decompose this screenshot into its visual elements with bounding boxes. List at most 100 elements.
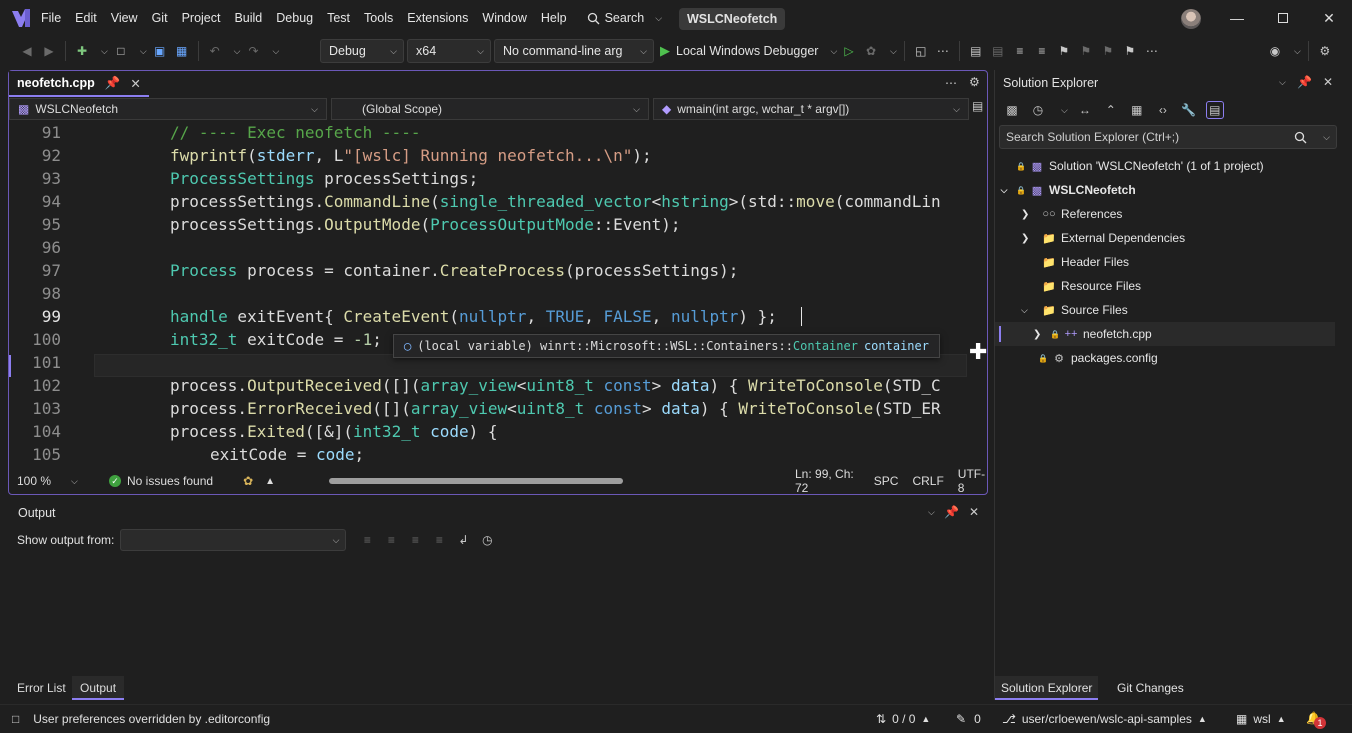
chevron-down-icon[interactable]: ⌵ bbox=[234, 46, 241, 57]
notifications-button[interactable]: 🔔 1 bbox=[1306, 711, 1326, 729]
pin-icon[interactable]: 📌 bbox=[1297, 75, 1312, 89]
next-message-icon[interactable]: ≡ bbox=[406, 531, 424, 549]
minimize-button[interactable]: — bbox=[1214, 0, 1260, 36]
previous-bookmark-icon[interactable]: ⚑ bbox=[1077, 42, 1095, 60]
chevron-down-icon[interactable]: ⌵ bbox=[1061, 105, 1068, 116]
menu-extensions[interactable]: Extensions bbox=[400, 0, 475, 36]
horizontal-scrollbar[interactable] bbox=[329, 478, 623, 484]
function-dropdown[interactable]: ◆ wmain(int argc, wchar_t * argv[]) ⌵ bbox=[653, 98, 969, 120]
next-bookmark-icon[interactable]: ⚑ bbox=[1099, 42, 1117, 60]
start-without-debugging-icon[interactable]: ▷ bbox=[840, 42, 858, 60]
tree-item-references[interactable]: ❯ ○○ References bbox=[995, 202, 1335, 226]
share-icon[interactable]: ⚙ bbox=[1316, 42, 1334, 60]
overflow-icon[interactable]: ⋯ bbox=[1143, 42, 1161, 60]
tab-neofetch-cpp[interactable]: neofetch.cpp 📌 ✕ bbox=[9, 71, 149, 97]
forward-icon[interactable]: ▶ bbox=[40, 42, 58, 60]
switch-views-icon[interactable]: ▩ bbox=[1003, 101, 1021, 119]
line-ending[interactable]: CRLF bbox=[912, 474, 943, 488]
close-icon[interactable]: ✕ bbox=[1323, 75, 1333, 89]
encoding[interactable]: UTF-8 bbox=[958, 467, 987, 495]
sync-history-icon[interactable]: ◷ bbox=[1029, 101, 1047, 119]
menu-tools[interactable]: Tools bbox=[357, 0, 400, 36]
tree-item-project[interactable]: ⌵ 🔒 ▩ WSLCNeofetch bbox=[995, 178, 1335, 202]
overflow-icon[interactable]: ⋯ bbox=[945, 76, 957, 90]
properties-wrench-icon[interactable]: 🔧 bbox=[1180, 101, 1198, 119]
maximize-button[interactable] bbox=[1260, 0, 1306, 36]
chevron-down-icon[interactable]: ⌵ bbox=[272, 46, 279, 57]
new-file-icon[interactable]: □ bbox=[112, 42, 130, 60]
menu-debug[interactable]: Debug bbox=[269, 0, 320, 36]
previous-message-icon[interactable]: ≡ bbox=[382, 531, 400, 549]
tree-item-solution[interactable]: 🔒 ▩ Solution 'WSLCNeofetch' (1 of 1 projec… bbox=[995, 154, 1335, 178]
copilot-icon[interactable]: ◉ bbox=[1266, 42, 1284, 60]
tree-item-neofetch-cpp[interactable]: ❯ 🔒 ++ neofetch.cpp bbox=[995, 322, 1335, 346]
uncomment-icon[interactable]: ▤ bbox=[989, 42, 1007, 60]
comment-icon[interactable]: ▤ bbox=[967, 42, 985, 60]
collapse-all-icon[interactable]: ⌃ bbox=[1102, 101, 1120, 119]
close-icon[interactable]: ✕ bbox=[969, 505, 979, 519]
chevron-right-icon[interactable]: ❯ bbox=[1021, 209, 1041, 220]
indentation[interactable]: SPC bbox=[874, 474, 899, 488]
menu-help[interactable]: Help bbox=[534, 0, 574, 36]
preview-selected-icon[interactable]: ▤ bbox=[1205, 101, 1224, 119]
platform-dropdown[interactable]: x64 ⌵ bbox=[407, 39, 491, 63]
clear-bookmarks-icon[interactable]: ⚑ bbox=[1121, 42, 1139, 60]
settings-gear-icon[interactable]: ⚙ bbox=[969, 75, 980, 89]
pin-icon[interactable]: 📌 bbox=[105, 76, 121, 91]
overflow-icon[interactable]: ⋯ bbox=[934, 42, 952, 60]
zoom-dropdown[interactable]: 100 % ⌵ bbox=[9, 474, 87, 488]
tab-error-list[interactable]: Error List bbox=[9, 676, 74, 700]
bookmark-icon[interactable]: ⚑ bbox=[1055, 42, 1073, 60]
menu-build[interactable]: Build bbox=[227, 0, 269, 36]
redo-icon[interactable]: ↷ bbox=[244, 42, 262, 60]
visual-studio-logo-icon[interactable] bbox=[10, 8, 32, 28]
avatar[interactable] bbox=[1181, 9, 1201, 29]
chevron-down-icon[interactable]: ⌵ bbox=[101, 46, 108, 57]
project-dropdown[interactable]: ▩ WSLCNeofetch ⌵ bbox=[9, 98, 327, 120]
output-source-dropdown[interactable]: ⌵ bbox=[120, 529, 347, 551]
start-debugging-button[interactable]: ▶ Local Windows Debugger ⌵ bbox=[660, 39, 837, 63]
cleanup-brush-icon[interactable]: ✿ bbox=[243, 474, 253, 488]
browse-icon[interactable]: ◱ bbox=[912, 42, 930, 60]
show-all-files-icon[interactable]: ▦ bbox=[1128, 101, 1146, 119]
word-wrap-icon[interactable]: ↲ bbox=[454, 531, 472, 549]
close-icon[interactable]: ✕ bbox=[130, 76, 140, 91]
cursor-position[interactable]: Ln: 99, Ch: 72 bbox=[795, 467, 860, 495]
find-message-icon[interactable]: ≡ bbox=[358, 531, 376, 549]
tree-item-source-files[interactable]: ⌵ 📁 Source Files bbox=[995, 298, 1335, 322]
chevron-down-icon[interactable]: ⌵ bbox=[995, 185, 1013, 196]
chevron-down-icon[interactable]: ⌵ bbox=[1294, 46, 1301, 57]
timestamp-clock-icon[interactable]: ◷ bbox=[478, 531, 496, 549]
search-menu[interactable]: Search ⌵ bbox=[580, 0, 669, 36]
notification-box-icon[interactable]: □ bbox=[12, 712, 19, 726]
repository-selector[interactable]: ▦ wsl ▲ bbox=[1236, 705, 1286, 733]
menu-window[interactable]: Window bbox=[475, 0, 533, 36]
configuration-dropdown[interactable]: Debug ⌵ bbox=[320, 39, 404, 63]
tab-output[interactable]: Output bbox=[72, 676, 125, 700]
tab-solution-explorer[interactable]: Solution Explorer bbox=[995, 676, 1099, 700]
issues-indicator[interactable]: ✓ No issues found bbox=[109, 474, 213, 488]
code-editor[interactable]: 91 92 93 94 95 96 97 98 99 100 101 102 103 104 105 // … bbox=[9, 121, 969, 465]
command-line-args-dropdown[interactable]: No command-line arg ⌵ bbox=[494, 39, 654, 63]
tree-item-header-files[interactable]: 📁 Header Files bbox=[995, 250, 1335, 274]
new-project-icon[interactable]: ✚ bbox=[73, 42, 91, 60]
chevron-right-icon[interactable]: ❯ bbox=[1033, 329, 1047, 340]
chevron-down-icon[interactable]: ⌵ bbox=[1279, 77, 1286, 88]
undo-icon[interactable]: ↶ bbox=[206, 42, 224, 60]
tree-item-packages-config[interactable]: 🔒 ⚙ packages.config bbox=[995, 346, 1335, 370]
branch-selector[interactable]: ⎇ user/crloewen/wslc-api-samples ▲ bbox=[1002, 705, 1207, 733]
solution-search-input[interactable]: Search Solution Explorer (Ctrl+;) ⌵ bbox=[999, 125, 1337, 149]
sync-with-document-icon[interactable]: ↔ bbox=[1076, 101, 1094, 119]
menu-git[interactable]: Git bbox=[145, 0, 175, 36]
chevron-up-icon[interactable]: ▲ bbox=[265, 476, 275, 487]
menu-file[interactable]: File bbox=[34, 0, 68, 36]
save-icon[interactable]: ▣ bbox=[151, 42, 169, 60]
outdent-icon[interactable]: ≡ bbox=[1033, 42, 1051, 60]
chevron-down-icon[interactable]: ⌵ bbox=[890, 46, 897, 57]
pending-edits-indicator[interactable]: ✎ 0 bbox=[956, 705, 981, 733]
hot-reload-icon[interactable]: ✿ bbox=[862, 42, 880, 60]
tree-item-external-dependencies[interactable]: ❯ 📁 External Dependencies bbox=[995, 226, 1335, 250]
menu-view[interactable]: View bbox=[104, 0, 145, 36]
save-all-icon[interactable]: ▦ bbox=[173, 42, 191, 60]
pin-icon[interactable]: 📌 bbox=[944, 505, 959, 519]
